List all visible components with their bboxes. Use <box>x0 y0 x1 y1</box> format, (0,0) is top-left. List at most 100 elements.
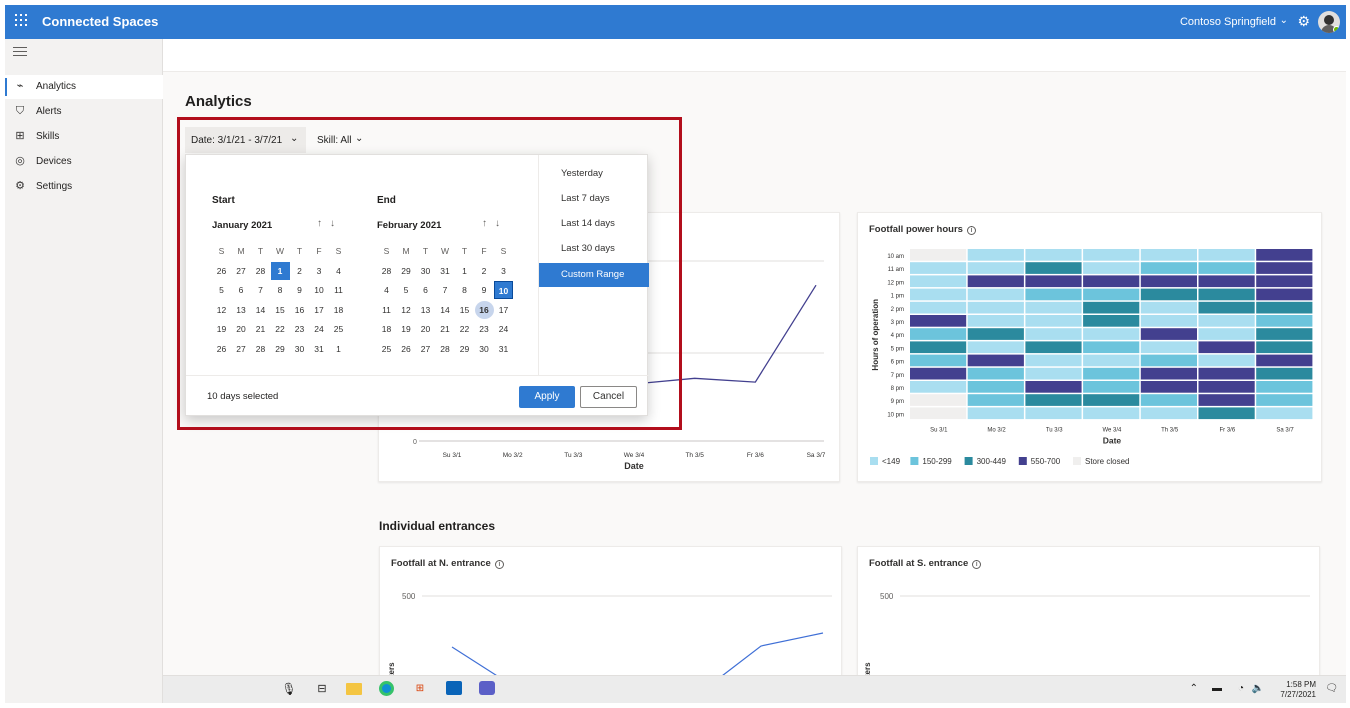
calendar-day[interactable]: 5 <box>212 281 231 299</box>
calendar-day[interactable]: 3 <box>494 262 513 280</box>
calendar-day[interactable]: 23 <box>475 320 494 338</box>
calendar-day[interactable]: 27 <box>232 262 251 280</box>
skill-filter-button[interactable]: Skill: All ⌄ <box>315 127 385 153</box>
calendar-day[interactable]: 18 <box>329 301 348 319</box>
calendar-day[interactable]: 13 <box>416 301 435 319</box>
battery-icon[interactable]: ▬ <box>1212 683 1222 694</box>
calendar-day[interactable]: 28 <box>436 340 455 358</box>
hamburger-icon[interactable] <box>13 47 27 59</box>
calendar-day[interactable]: 4 <box>377 281 396 299</box>
calendar-day[interactable]: 19 <box>212 320 231 338</box>
calendar-day[interactable]: 31 <box>310 340 329 358</box>
calendar-day[interactable]: 9 <box>290 281 309 299</box>
calendar-day[interactable]: 30 <box>290 340 309 358</box>
calendar-day[interactable]: 14 <box>251 301 270 319</box>
calendar-day[interactable]: 28 <box>251 262 270 280</box>
calendar-day[interactable]: 26 <box>212 340 231 358</box>
avatar[interactable] <box>1318 11 1340 33</box>
calendar-day[interactable]: 21 <box>251 320 270 338</box>
microphone-icon[interactable]: 🎙 <box>281 681 297 697</box>
sidebar-item-settings[interactable]: ⚙ Settings <box>5 175 163 199</box>
calendar-day[interactable]: 28 <box>251 340 270 358</box>
calendar-day[interactable]: 10 <box>494 281 513 299</box>
calendar-day[interactable]: 20 <box>232 320 251 338</box>
calendar-day[interactable]: 12 <box>397 301 416 319</box>
chevron-down-icon[interactable]: ⌄ <box>1280 15 1288 26</box>
calendar-day[interactable]: 12 <box>212 301 231 319</box>
arrow-down-icon[interactable]: ↓ <box>330 218 335 229</box>
calendar-day[interactable]: 11 <box>329 281 348 299</box>
calendar-day[interactable]: 4 <box>329 262 348 280</box>
calendar-day[interactable]: 22 <box>455 320 474 338</box>
calendar-day[interactable]: 17 <box>310 301 329 319</box>
calendar-day[interactable]: 27 <box>232 340 251 358</box>
calendar-day[interactable]: 6 <box>232 281 251 299</box>
calendar-day[interactable]: 6 <box>416 281 435 299</box>
calendar-day[interactable]: 31 <box>494 340 513 358</box>
apply-button[interactable]: Apply <box>519 386 575 408</box>
calendar-day[interactable]: 17 <box>494 301 513 319</box>
date-filter-button[interactable]: Date: 3/1/21 - 3/7/21 ⌄ <box>185 127 306 153</box>
calendar-day[interactable]: 7 <box>251 281 270 299</box>
calendar-day[interactable]: 15 <box>455 301 474 319</box>
calendar-day[interactable]: 3 <box>310 262 329 280</box>
calendar-day[interactable]: 27 <box>416 340 435 358</box>
range-last-30-days[interactable]: Last 30 days <box>539 237 649 261</box>
sidebar-item-skills[interactable]: ⊞ Skills <box>5 125 163 149</box>
calendar-day[interactable]: 15 <box>271 301 290 319</box>
arrow-up-icon[interactable]: ↑ <box>317 218 322 229</box>
calendar-day[interactable]: 24 <box>494 320 513 338</box>
volume-icon[interactable]: 🔈 <box>1252 683 1264 694</box>
calendar-day[interactable]: 23 <box>290 320 309 338</box>
calendar-day[interactable]: 1 <box>455 262 474 280</box>
calendar-day[interactable]: 8 <box>455 281 474 299</box>
calendar-day[interactable]: 8 <box>271 281 290 299</box>
cancel-button[interactable]: Cancel <box>580 386 637 408</box>
calendar-day[interactable]: 10 <box>310 281 329 299</box>
gear-icon[interactable]: ⚙ <box>1297 13 1310 30</box>
calendar-day[interactable]: 26 <box>212 262 231 280</box>
sidebar-item-alerts[interactable]: ⛉ Alerts <box>5 100 163 124</box>
calendar-day[interactable]: 30 <box>416 262 435 280</box>
calendar-day[interactable]: 7 <box>436 281 455 299</box>
sidebar-item-devices[interactable]: ◎ Devices <box>5 150 163 174</box>
calendar-day[interactable]: 21 <box>436 320 455 338</box>
calendar-day[interactable]: 16 <box>290 301 309 319</box>
arrow-down-icon[interactable]: ↓ <box>495 218 500 229</box>
calendar-day[interactable]: 29 <box>271 340 290 358</box>
calendar-day[interactable]: 29 <box>455 340 474 358</box>
range-last-7-days[interactable]: Last 7 days <box>539 187 649 211</box>
folder-icon[interactable] <box>346 681 362 697</box>
calendar-day[interactable]: 25 <box>377 340 396 358</box>
calendar-day[interactable]: 11 <box>377 301 396 319</box>
arrow-up-icon[interactable]: ↑ <box>482 218 487 229</box>
outlook-icon[interactable] <box>446 681 462 697</box>
calendar-day[interactable]: 14 <box>436 301 455 319</box>
calendar-day[interactable]: 13 <box>232 301 251 319</box>
clock[interactable]: 1:58 PM 7/27/2021 <box>1280 680 1316 700</box>
calendar-day[interactable]: 2 <box>290 262 309 280</box>
calendar-day[interactable]: 28 <box>377 262 396 280</box>
calendar-day[interactable]: 26 <box>397 340 416 358</box>
range-yesterday[interactable]: Yesterday <box>539 162 649 186</box>
calendar-day[interactable]: 30 <box>475 340 494 358</box>
sidebar-item-analytics[interactable]: ⌁ Analytics <box>5 75 163 99</box>
calendar-day[interactable]: 24 <box>310 320 329 338</box>
teams-icon[interactable] <box>479 681 495 697</box>
store-icon[interactable]: ⊞ <box>412 681 428 697</box>
calendar-day[interactable]: 2 <box>475 262 494 280</box>
calendar-day[interactable]: 22 <box>271 320 290 338</box>
calendar-day[interactable]: 1 <box>329 340 348 358</box>
calendar-day[interactable]: 31 <box>436 262 455 280</box>
calendar-day[interactable]: 19 <box>397 320 416 338</box>
range-last-14-days[interactable]: Last 14 days <box>539 212 649 236</box>
calendar-day[interactable]: 5 <box>397 281 416 299</box>
edge-icon[interactable] <box>379 681 395 697</box>
app-launcher-icon[interactable] <box>15 14 27 26</box>
calendar-day[interactable]: 29 <box>397 262 416 280</box>
task-view-icon[interactable]: ⊟ <box>314 681 330 697</box>
calendar-day[interactable]: 9 <box>475 281 494 299</box>
chevron-up-icon[interactable]: ⌃ <box>1190 683 1198 694</box>
calendar-day[interactable]: 18 <box>377 320 396 338</box>
calendar-day[interactable]: 25 <box>329 320 348 338</box>
